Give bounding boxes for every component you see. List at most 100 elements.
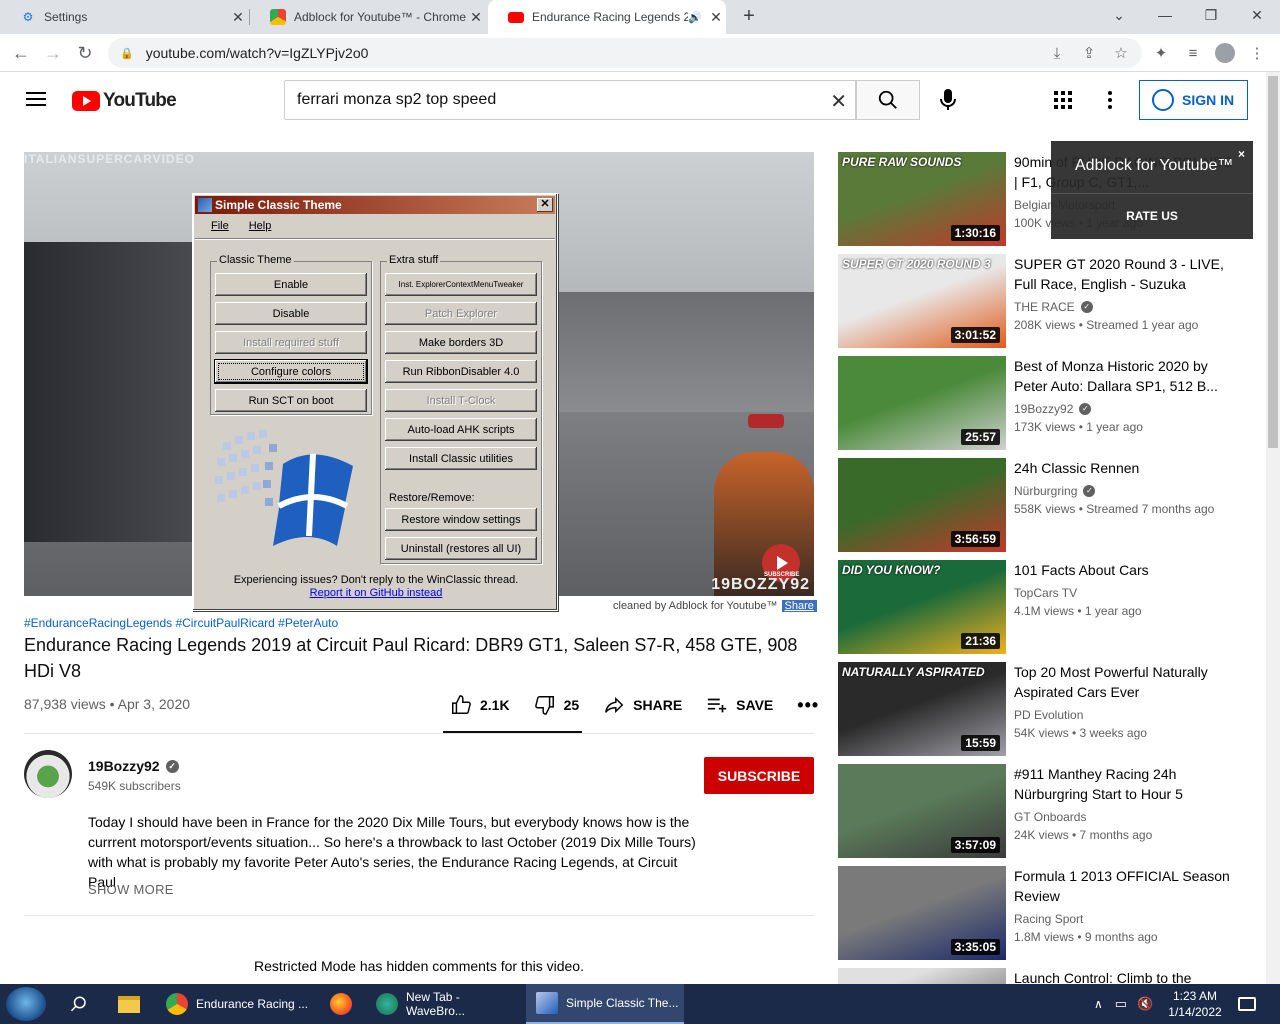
show-more-button[interactable]: SHOW MORE — [88, 882, 174, 897]
install-classic-utilities-button[interactable]: Install Classic utilities — [385, 447, 537, 470]
media-control-icon[interactable]: ≡ — [1182, 42, 1204, 64]
github-report-link[interactable]: Report it on GitHub instead — [193, 587, 559, 599]
settings-kebab-icon[interactable] — [1108, 91, 1112, 109]
channel-avatar[interactable] — [24, 750, 72, 798]
enable-button[interactable]: Enable — [215, 273, 367, 296]
close-icon[interactable]: × — [1238, 147, 1245, 161]
recommendation-thumbnail[interactable]: NATURALLY ASPIRATED 15:59 — [838, 662, 1006, 756]
recommendation-thumbnail[interactable]: PURE RAW SOUNDS 1:30:16 — [838, 152, 1006, 246]
video-hashtags[interactable]: #EnduranceRacingLegends #CircuitPaulRica… — [24, 616, 338, 630]
start-button[interactable] — [6, 987, 46, 1021]
recommendation-thumbnail[interactable]: 3:35:05 — [838, 866, 1006, 960]
recommendation-title[interactable]: Best of Monza Historic 2020 by Peter Aut… — [1014, 356, 1234, 396]
youtube-logo[interactable]: YouTube — [72, 90, 177, 112]
volume-muted-icon[interactable]: 🔇 — [1137, 996, 1153, 1012]
recommendation-item[interactable]: SUPER GT 2020 ROUND 3 3:01:52 SUPER GT 202… — [838, 254, 1238, 348]
recommendation-channel[interactable]: TopCars TV — [1014, 584, 1234, 602]
inst-explorer-tweaker-button[interactable]: Inst. ExplorerContextMenuTweaker — [385, 273, 537, 296]
address-bar[interactable]: 🔒 youtube.com/watch?v=IgZLYPjv2o0 — [108, 38, 1142, 68]
install-required-button[interactable]: Install required stuff — [215, 331, 367, 354]
recommendation-title[interactable]: #911 Manthey Racing 24h Nürburgring Star… — [1014, 764, 1234, 804]
recommendation-title[interactable]: Formula 1 2013 OFFICIAL Season Review — [1014, 866, 1234, 906]
recommendation-title[interactable]: SUPER GT 2020 Round 3 - LIVE, Full Race,… — [1014, 254, 1234, 294]
rate-us-button[interactable]: RATE US — [1051, 209, 1253, 223]
back-icon[interactable]: ← — [8, 40, 34, 66]
recommendation-title[interactable]: 24h Classic Rennen — [1014, 458, 1234, 478]
install-tclock-button[interactable]: Install T-Clock — [385, 389, 537, 412]
voice-search-button[interactable] — [932, 84, 964, 116]
subscribe-button[interactable]: SUBSCRIBE — [704, 757, 814, 794]
disable-button[interactable]: Disable — [215, 302, 367, 325]
share-icon[interactable]: ⇪ — [1078, 42, 1100, 64]
dialog-titlebar[interactable]: Simple Classic Theme ✕ — [195, 196, 555, 214]
channel-name[interactable]: 19Bozzy92 ✓ — [88, 758, 179, 774]
autoload-ahk-button[interactable]: Auto-load AHK scripts — [385, 418, 537, 441]
close-icon[interactable]: ✕ — [537, 198, 553, 212]
share-button[interactable]: SHARE — [603, 694, 682, 716]
recommendation-item[interactable]: 3:56:59 24h Classic Rennen Nürburgring ✓ 558… — [838, 458, 1238, 552]
save-button[interactable]: SAVE — [706, 694, 773, 716]
dislike-button[interactable]: 25 — [534, 694, 579, 716]
tab-search-icon[interactable]: ⌄ — [1096, 0, 1142, 30]
apps-grid-icon[interactable] — [1054, 91, 1072, 109]
sign-in-button[interactable]: SIGN IN — [1139, 80, 1248, 120]
close-icon[interactable]: ✕ — [466, 9, 486, 26]
tab-youtube[interactable]: Endurance Racing Legends 20 🔊 ✕ — [488, 0, 726, 34]
forward-icon[interactable]: → — [40, 40, 66, 66]
file-explorer-icon[interactable] — [108, 984, 150, 1024]
run-ribbon-disabler-button[interactable]: Run RibbonDisabler 4.0 — [385, 360, 537, 383]
recommendation-channel[interactable]: 19Bozzy92 ✓ — [1014, 400, 1234, 418]
search-icon[interactable] — [64, 984, 94, 1024]
chrome-menu-icon[interactable]: ⋮ — [1246, 42, 1268, 64]
menu-help[interactable]: Help — [249, 220, 272, 232]
recommendation-thumbnail[interactable]: 25:57 — [838, 356, 1006, 450]
recommendation-thumbnail[interactable]: 3:57:09 — [838, 764, 1006, 858]
network-icon[interactable]: ▭ — [1115, 996, 1127, 1012]
menu-file[interactable]: File — [211, 220, 229, 232]
taskbar-item-simple-classic-theme[interactable]: Simple Classic The... — [526, 984, 684, 1024]
recommendation-thumbnail[interactable]: DID YOU KNOW? 21:36 — [838, 560, 1006, 654]
adblock-share-link[interactable]: Share — [781, 600, 817, 612]
tab-settings[interactable]: ⚙ Settings ✕ — [0, 0, 248, 34]
uninstall-button[interactable]: Uninstall (restores all UI) — [385, 537, 537, 560]
clear-search-icon[interactable]: ✕ — [830, 89, 847, 114]
recommendation-thumbnail[interactable] — [838, 968, 1006, 984]
close-window-icon[interactable]: ✕ — [1234, 0, 1280, 30]
like-button[interactable]: 2.1K — [450, 694, 510, 716]
firefox-icon[interactable] — [320, 984, 360, 1024]
configure-colors-button[interactable]: Configure colors — [215, 360, 367, 383]
recommendation-item[interactable]: 3:57:09 #911 Manthey Racing 24h Nürburgri… — [838, 764, 1238, 858]
patch-explorer-button[interactable]: Patch Explorer — [385, 302, 537, 325]
more-actions-button[interactable]: ••• — [797, 695, 819, 716]
recommendation-channel[interactable]: PD Evolution — [1014, 706, 1234, 724]
recommendation-thumbnail[interactable]: SUPER GT 2020 ROUND 3 3:01:52 — [838, 254, 1006, 348]
recommendation-item[interactable]: NATURALLY ASPIRATED 15:59 Top 20 Most Powe… — [838, 662, 1238, 756]
chevron-up-icon[interactable]: ∧ — [1094, 997, 1103, 1011]
bookmark-star-icon[interactable]: ☆ — [1110, 42, 1132, 64]
recommendation-thumbnail[interactable]: 3:56:59 — [838, 458, 1006, 552]
recommendation-channel[interactable]: Racing Sport — [1014, 910, 1234, 928]
profile-icon[interactable] — [1214, 42, 1236, 64]
notification-center-icon[interactable] — [1238, 984, 1256, 1024]
recommendation-title[interactable]: Top 20 Most Powerful Naturally Aspirated… — [1014, 662, 1234, 702]
page-scrollbar-thumb[interactable] — [1268, 76, 1278, 448]
close-icon[interactable]: ✕ — [706, 9, 726, 26]
make-borders-3d-button[interactable]: Make borders 3D — [385, 331, 537, 354]
recommendation-item[interactable]: DID YOU KNOW? 21:36 101 Facts About Cars To… — [838, 560, 1238, 654]
run-sct-on-boot-button[interactable]: Run SCT on boot — [215, 389, 367, 412]
recommendation-item[interactable]: 25:57 Best of Monza Historic 2020 by Pete… — [838, 356, 1238, 450]
taskbar-item-wavebrowser[interactable]: New Tab - WaveBro... — [366, 984, 522, 1024]
recommendation-item[interactable]: Launch Control: Climb to the — [838, 968, 1238, 986]
taskbar-clock[interactable]: 1:23 AM 1/14/2022 — [1160, 988, 1230, 1020]
extensions-icon[interactable]: ✦ — [1150, 42, 1172, 64]
taskbar-item-chrome[interactable]: Endurance Racing ... — [156, 984, 316, 1024]
new-tab-button[interactable]: + — [737, 4, 761, 28]
search-button[interactable] — [856, 80, 920, 120]
recommendation-channel[interactable]: THE RACE ✓ — [1014, 298, 1234, 316]
install-icon[interactable]: ⤓ — [1046, 42, 1068, 64]
recommendation-item[interactable]: 3:35:05 Formula 1 2013 OFFICIAL Season Re… — [838, 866, 1238, 960]
hamburger-menu-icon[interactable] — [26, 92, 46, 106]
restore-icon[interactable]: ❐ — [1188, 0, 1234, 30]
restore-window-settings-button[interactable]: Restore window settings — [385, 508, 537, 531]
speaker-icon[interactable]: 🔊 — [688, 11, 702, 24]
